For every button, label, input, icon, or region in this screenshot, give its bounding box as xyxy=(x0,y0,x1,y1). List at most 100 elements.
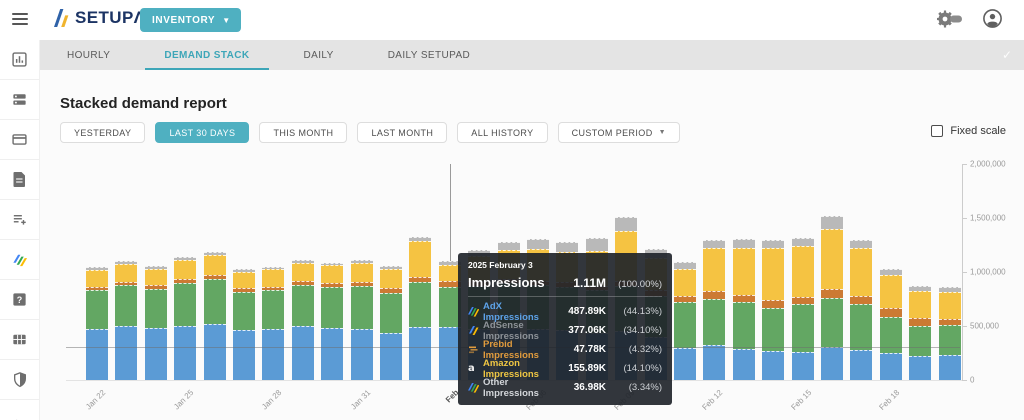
bar-segment[interactable] xyxy=(204,279,226,324)
bar-segment[interactable] xyxy=(821,229,843,290)
bar-segment[interactable] xyxy=(115,326,137,380)
bar-segment[interactable] xyxy=(909,318,931,326)
bar-segment[interactable] xyxy=(527,239,549,250)
sidebar-item-grid[interactable] xyxy=(0,320,39,360)
stacked-bar-feb-18[interactable] xyxy=(880,269,902,380)
bar-segment[interactable] xyxy=(880,275,902,307)
bar-segment[interactable] xyxy=(233,272,255,288)
bar-segment[interactable] xyxy=(703,291,725,299)
checkbox-box[interactable] xyxy=(931,125,943,137)
stacked-bar-jan-27[interactable] xyxy=(233,269,255,380)
tab-daily-setupad[interactable]: DAILY SETUPAD xyxy=(361,40,497,70)
bar-segment[interactable] xyxy=(115,285,137,326)
inventory-dropdown-button[interactable]: INVENTORY ▼ xyxy=(140,8,241,32)
stacked-bar-feb-16[interactable] xyxy=(821,216,843,380)
bar-segment[interactable] xyxy=(792,238,814,246)
bar-segment[interactable] xyxy=(821,347,843,381)
stacked-bar-feb-20[interactable] xyxy=(939,287,961,380)
bar-segment[interactable] xyxy=(939,292,961,319)
bar-segment[interactable] xyxy=(556,242,578,252)
bar-segment[interactable] xyxy=(262,269,284,286)
stacked-bar-feb-17[interactable] xyxy=(850,240,872,380)
bar-segment[interactable] xyxy=(733,248,755,296)
sidebar-item-payments[interactable] xyxy=(0,120,39,160)
fixed-scale-checkbox[interactable]: Fixed scale xyxy=(931,125,1006,137)
stacked-bar-jan-30[interactable] xyxy=(321,263,343,380)
bar-segment[interactable] xyxy=(880,308,902,318)
sidebar-item-reports[interactable] xyxy=(0,160,39,200)
stacked-bar-feb-19[interactable] xyxy=(909,286,931,380)
sidebar-item-analytics[interactable] xyxy=(0,40,39,80)
bar-segment[interactable] xyxy=(145,289,167,328)
bar-segment[interactable] xyxy=(762,240,784,248)
bar-segment[interactable] xyxy=(792,352,814,380)
bar-segment[interactable] xyxy=(733,295,755,302)
bar-segment[interactable] xyxy=(321,265,343,283)
stacked-bar-feb-13[interactable] xyxy=(733,239,755,380)
bar-segment[interactable] xyxy=(909,356,931,380)
stacked-bar-feb-11[interactable] xyxy=(674,262,696,380)
bar-segment[interactable] xyxy=(762,300,784,308)
bar-segment[interactable] xyxy=(204,255,226,276)
menu-icon[interactable] xyxy=(12,13,28,27)
bar-segment[interactable] xyxy=(262,329,284,380)
bar-segment[interactable] xyxy=(909,326,931,356)
stacked-bar-feb-01[interactable] xyxy=(380,266,402,380)
bar-segment[interactable] xyxy=(380,269,402,288)
filter-last-30-days-button[interactable]: LAST 30 DAYS xyxy=(155,122,249,143)
custom-period-dropdown[interactable]: CUSTOM PERIOD ▼ xyxy=(558,122,680,143)
sidebar-item-add-list[interactable] xyxy=(0,200,39,240)
bar-segment[interactable] xyxy=(674,302,696,347)
bar-segment[interactable] xyxy=(204,324,226,380)
bar-segment[interactable] xyxy=(821,289,843,298)
bar-segment[interactable] xyxy=(762,308,784,351)
bar-segment[interactable] xyxy=(292,326,314,381)
sidebar-item-help[interactable]: ? xyxy=(0,280,39,320)
bar-segment[interactable] xyxy=(145,328,167,380)
bar-segment[interactable] xyxy=(762,351,784,380)
bar-segment[interactable] xyxy=(262,290,284,329)
sidebar-item-ad-units[interactable] xyxy=(0,80,39,120)
stacked-bar-jan-28[interactable] xyxy=(262,267,284,380)
bar-segment[interactable] xyxy=(703,299,725,345)
bar-segment[interactable] xyxy=(586,238,608,251)
bar-segment[interactable] xyxy=(703,248,725,291)
tab-daily[interactable]: DAILY xyxy=(277,40,361,70)
bar-segment[interactable] xyxy=(174,260,196,279)
bar-segment[interactable] xyxy=(409,241,431,277)
stacked-bar-jan-31[interactable] xyxy=(351,260,373,380)
bar-segment[interactable] xyxy=(233,330,255,380)
bar-segment[interactable] xyxy=(615,217,637,232)
bar-segment[interactable] xyxy=(792,304,814,352)
bar-segment[interactable] xyxy=(733,302,755,348)
stacked-bar-feb-14[interactable] xyxy=(762,240,784,380)
bar-segment[interactable] xyxy=(174,326,196,380)
bar-segment[interactable] xyxy=(380,293,402,333)
bar-segment[interactable] xyxy=(733,349,755,380)
bar-segment[interactable] xyxy=(115,264,137,282)
stacked-bar-jan-29[interactable] xyxy=(292,260,314,380)
bar-segment[interactable] xyxy=(674,348,696,380)
bar-segment[interactable] xyxy=(86,270,108,287)
bar-segment[interactable] xyxy=(351,263,373,282)
sidebar-item-more[interactable] xyxy=(0,400,39,420)
bar-segment[interactable] xyxy=(145,269,167,285)
bar-segment[interactable] xyxy=(850,248,872,297)
stacked-bar-jan-26[interactable] xyxy=(204,252,226,380)
bar-segment[interactable] xyxy=(821,298,843,347)
bar-segment[interactable] xyxy=(351,329,373,380)
bar-segment[interactable] xyxy=(939,355,961,380)
bar-segment[interactable] xyxy=(939,325,961,354)
bar-segment[interactable] xyxy=(86,290,108,329)
filter-all-history-button[interactable]: ALL HISTORY xyxy=(457,122,547,143)
stacked-bar-jan-23[interactable] xyxy=(115,261,137,380)
bar-segment[interactable] xyxy=(498,242,520,250)
bar-segment[interactable] xyxy=(380,333,402,381)
bar-segment[interactable] xyxy=(792,246,814,297)
bar-segment[interactable] xyxy=(850,304,872,349)
bar-segment[interactable] xyxy=(321,328,343,380)
filter-last-month-button[interactable]: LAST MONTH xyxy=(357,122,447,143)
sidebar-item-privacy[interactable] xyxy=(0,360,39,400)
bar-segment[interactable] xyxy=(821,216,843,229)
bar-segment[interactable] xyxy=(850,296,872,304)
